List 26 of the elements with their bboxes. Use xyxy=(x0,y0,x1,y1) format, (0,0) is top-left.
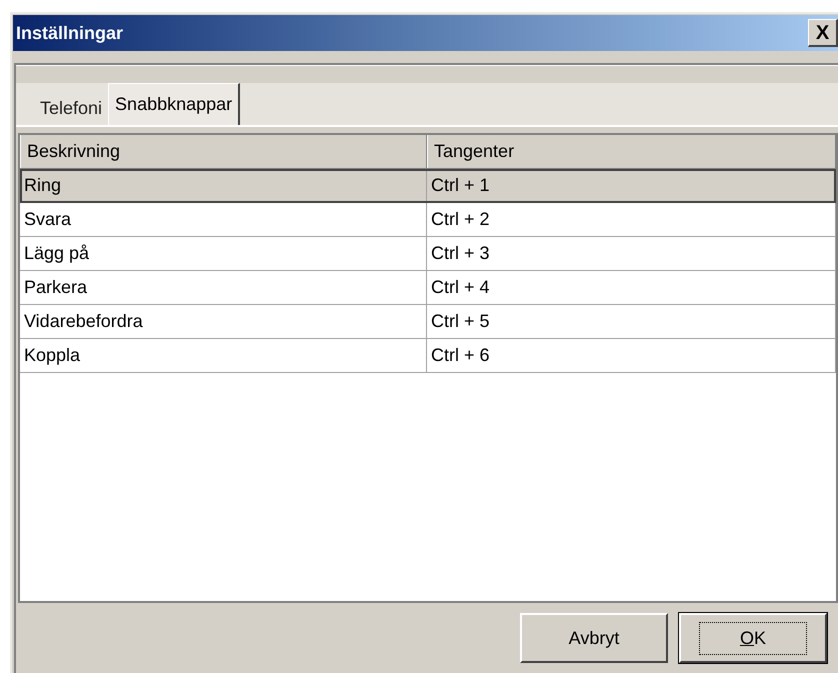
column-header[interactable]: Tangenter xyxy=(427,135,836,168)
table-cell: Ctrl + 2 xyxy=(427,203,836,236)
column-header[interactable]: Beskrivning xyxy=(20,135,427,168)
table-row[interactable]: Svara Ctrl + 2 xyxy=(20,203,836,237)
table-cell: Koppla xyxy=(20,339,427,372)
tab[interactable]: Telefoni xyxy=(34,91,108,125)
table-row[interactable]: Koppla Ctrl + 6 xyxy=(20,339,836,373)
table-cell: Ctrl + 1 xyxy=(427,169,836,202)
ok-button[interactable]: OK xyxy=(679,613,827,663)
table-row[interactable]: Ring Ctrl + 1 xyxy=(20,169,836,203)
table-cell: Ctrl + 6 xyxy=(427,339,836,372)
table-row[interactable]: Lägg på Ctrl + 3 xyxy=(20,237,836,271)
tab[interactable]: Snabbknappar xyxy=(108,83,240,125)
table-row[interactable]: Vidarebefordra Ctrl + 5 xyxy=(20,305,836,339)
table-cell: Svara xyxy=(20,203,427,236)
table-cell: Ring xyxy=(20,169,427,202)
table-cell: Ctrl + 5 xyxy=(427,305,836,338)
table-cell: Lägg på xyxy=(20,237,427,270)
table-cell: Ctrl + 3 xyxy=(427,237,836,270)
cancel-button[interactable]: Avbryt xyxy=(520,613,668,663)
close-button[interactable]: X xyxy=(808,19,838,47)
table-cell: Parkera xyxy=(20,271,427,304)
window-title: Inställningar xyxy=(16,22,124,45)
table-cell: Ctrl + 4 xyxy=(427,271,836,304)
table-row[interactable]: Parkera Ctrl + 4 xyxy=(20,271,836,305)
table-cell: Vidarebefordra xyxy=(20,305,427,338)
